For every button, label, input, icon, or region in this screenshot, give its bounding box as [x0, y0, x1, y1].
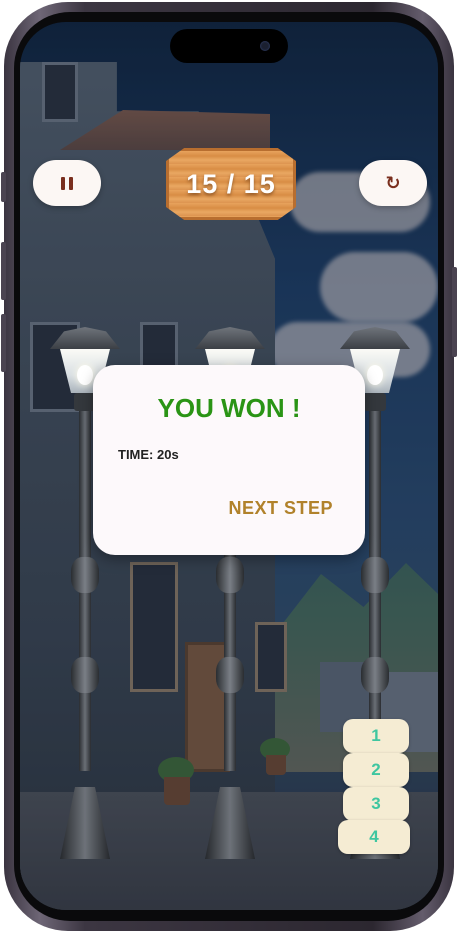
lamp-ornament — [361, 557, 389, 593]
restart-icon: ↻ — [385, 172, 401, 194]
lamp-cap — [340, 327, 410, 349]
time-label: TIME: 20s — [118, 447, 179, 462]
lamp-bulb — [367, 365, 383, 385]
win-dialog: YOU WON ! TIME: 20s NEXT STEP — [93, 365, 365, 555]
level-plank: 15 / 15 — [166, 148, 296, 220]
power-button — [452, 267, 457, 357]
pause-button[interactable] — [33, 160, 101, 206]
volume-down-button — [1, 314, 6, 372]
lamp-ornament — [216, 657, 244, 693]
dynamic-island — [170, 29, 288, 63]
lamp-cap — [195, 327, 265, 349]
number-button-2[interactable]: 2 — [343, 753, 409, 787]
lamp-base — [60, 787, 110, 859]
pause-icon — [61, 176, 73, 190]
lamp-ornament — [71, 557, 99, 593]
game-screen: 15 / 15 ↻ YOU WON ! TIME: 20s NEXT STEP … — [20, 22, 438, 910]
volume-up-button — [1, 242, 6, 300]
lamp-neck — [364, 393, 386, 411]
lamp-ornament — [361, 657, 389, 693]
number-button-3[interactable]: 3 — [343, 787, 409, 821]
restart-button[interactable]: ↻ — [359, 160, 427, 206]
lamp-cap — [50, 327, 120, 349]
action-button — [1, 172, 6, 202]
number-button-4[interactable]: 4 — [338, 820, 410, 854]
level-counter: 15 / 15 — [186, 168, 276, 199]
next-step-button[interactable]: NEXT STEP — [228, 498, 333, 519]
lamp-ornament — [71, 657, 99, 693]
win-title: YOU WON ! — [157, 393, 301, 423]
lamp-ornament — [216, 557, 244, 593]
lamp-base — [205, 787, 255, 859]
lamp-bulb — [77, 365, 93, 385]
camera-icon — [260, 41, 270, 51]
number-button-1[interactable]: 1 — [343, 719, 409, 753]
